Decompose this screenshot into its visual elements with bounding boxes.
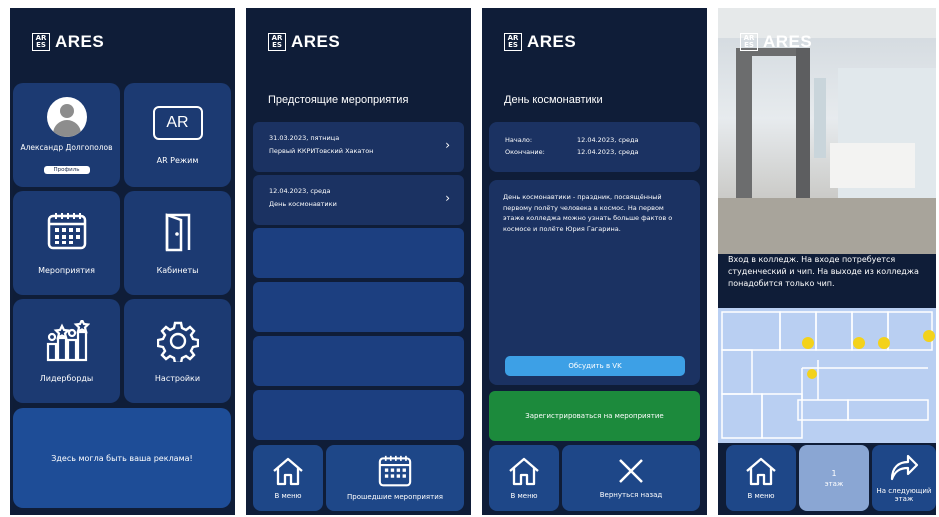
event-date: 12.04.2023, среда [269, 187, 331, 195]
start-key: Начало: [505, 136, 533, 144]
event-date: 31.03.2023, пятница [269, 134, 340, 142]
profile-button[interactable]: Профиль [43, 165, 90, 174]
end-key: Окончание: [505, 148, 545, 156]
logo-text: ARES [527, 32, 577, 51]
route-instruction: Вход в колледж. На входе потребуется сту… [728, 255, 919, 288]
ares-logo: AR ES ARES [740, 32, 812, 52]
chevron-right-icon: › [445, 191, 450, 205]
ar-mode-tile[interactable]: AR AR Режим [124, 83, 231, 187]
event-detail-screen: AR ES ARES День космонавтики Начало: 12.0… [482, 8, 707, 515]
settings-tile[interactable]: Настройки [124, 299, 231, 403]
start-row: Начало: 12.04.2023, среда [505, 136, 684, 144]
settings-label: Настройки [154, 373, 201, 383]
floor-indicator: 1 этаж [799, 445, 869, 511]
event-card[interactable]: 31.03.2023, пятница Первый ККРИТовский Х… [253, 122, 464, 172]
empty-event-slot [253, 336, 464, 386]
empty-event-slot [253, 228, 464, 278]
calendar-icon [378, 455, 412, 487]
door-icon [165, 212, 190, 251]
cabinets-tile[interactable]: Кабинеты [124, 191, 231, 295]
back-label: Вернуться назад [599, 491, 663, 499]
events-tile[interactable]: Мероприятия [13, 191, 120, 295]
logo-text: ARES [55, 32, 105, 51]
event-title: День космонавтики [504, 94, 603, 106]
event-description: День космонавтики - праздник, посвящённы… [503, 193, 673, 233]
logo-text: ARES [291, 32, 341, 51]
navigation-screen: AR ES ARES Вход в колледж. На входе потре… [718, 8, 936, 515]
profile-name: Александр Долгополов [20, 142, 113, 152]
cabinets-label: Кабинеты [156, 265, 199, 275]
close-icon [619, 459, 643, 483]
home-icon [746, 457, 776, 486]
ad-text: Здесь могла быть ваша реклама! [51, 453, 193, 463]
logo-mark-icon: AR ES [32, 33, 50, 51]
arrow-forward-icon [890, 454, 919, 481]
home-button[interactable]: В меню [489, 445, 559, 511]
event-name: Первый ККРИТовский Хакатон [269, 147, 374, 155]
events-label: Мероприятия [38, 265, 95, 275]
start-value: 12.04.2023, среда [577, 136, 639, 144]
register-button[interactable]: Зарегистрироваться на мероприятие [489, 391, 700, 441]
logo-mark-icon: AR ES [740, 33, 758, 51]
home-icon [509, 457, 539, 486]
ad-banner[interactable]: Здесь могла быть ваша реклама! [13, 408, 231, 508]
floor-map[interactable] [718, 308, 936, 443]
logo-text: ARES [763, 32, 813, 51]
discuss-vk-button[interactable]: Обсудить в VK [505, 356, 685, 376]
event-card[interactable]: 12.04.2023, среда День космонавтики › [253, 175, 464, 225]
leaderboard-icon [46, 319, 90, 361]
end-row: Окончание: 12.04.2023, среда [505, 148, 684, 156]
page-title: Предстоящие мероприятия [268, 94, 409, 106]
home-label: В меню [274, 492, 302, 500]
empty-event-slot [253, 390, 464, 440]
event-name: День космонавтики [269, 200, 337, 208]
past-events-button[interactable]: Прошедшие мероприятия [326, 445, 464, 511]
end-value: 12.04.2023, среда [577, 148, 639, 156]
profile-tile[interactable]: Александр Долгополов Профиль [13, 83, 120, 187]
ar-mode-label: AR Режим [156, 155, 199, 165]
home-label: В меню [747, 492, 775, 500]
home-label: В меню [510, 492, 538, 500]
event-dates-panel: Начало: 12.04.2023, среда Окончание: 12.… [489, 122, 700, 172]
ares-logo: AR ES ARES [504, 32, 576, 52]
back-button[interactable]: Вернуться назад [562, 445, 700, 511]
home-button[interactable]: В меню [253, 445, 323, 511]
next-floor-label: На следующий этаж [876, 487, 932, 503]
leaderboards-tile[interactable]: Лидерборды [13, 299, 120, 403]
floor-number: 1 [831, 468, 837, 478]
past-events-label: Прошедшие мероприятия [347, 493, 443, 501]
event-description-panel: День космонавтики - праздник, посвящённы… [489, 180, 700, 385]
home-icon [273, 457, 303, 486]
upcoming-events-screen: AR ES ARES Предстоящие мероприятия 31.03.… [246, 8, 471, 515]
ares-logo: AR ES ARES [32, 32, 104, 52]
home-button[interactable]: В меню [726, 445, 796, 511]
ar-icon: AR [152, 105, 203, 140]
calendar-icon [47, 212, 86, 249]
avatar [46, 96, 87, 137]
next-floor-button[interactable]: На следующий этаж [872, 445, 936, 511]
gear-icon [156, 321, 199, 362]
leaderboards-label: Лидерборды [39, 373, 94, 383]
logo-mark-icon: AR ES [268, 33, 286, 51]
empty-event-slot [253, 282, 464, 332]
ares-logo: AR ES ARES [268, 32, 340, 52]
main-menu-screen: AR ES ARES Александр Долгополов Профиль A… [10, 8, 235, 515]
logo-mark-icon: AR ES [504, 33, 522, 51]
floor-plan [718, 308, 936, 443]
floor-label: этаж [824, 479, 844, 488]
chevron-right-icon: › [445, 138, 450, 152]
